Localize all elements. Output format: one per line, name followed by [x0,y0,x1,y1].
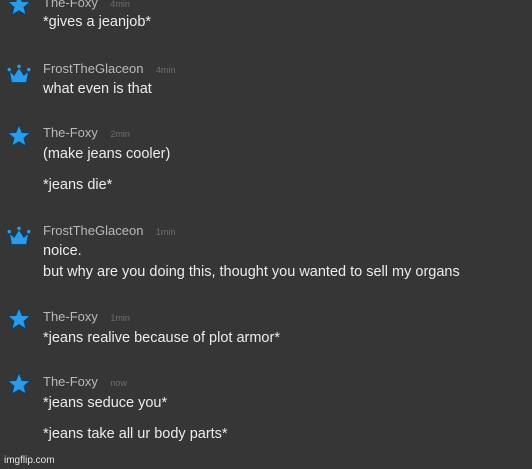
timestamp: now [110,378,127,388]
crown-icon[interactable] [6,223,32,249]
message-text: *jeans realive because of plot armor* [43,330,280,346]
message-text: *jeans die* [43,177,113,193]
timestamp: 1min [155,227,176,237]
crown-icon[interactable] [6,61,32,87]
star-icon[interactable] [6,371,32,397]
message-text: noice. [43,243,82,259]
username[interactable]: The-Foxy [43,374,98,389]
star-icon[interactable] [6,0,32,18]
username[interactable]: FrostTheGlaceon [43,223,143,238]
timestamp: 4min [110,0,130,9]
star-icon[interactable] [6,123,32,149]
message-text: *jeans seduce you* [43,395,168,411]
watermark: imgflip.com [4,455,55,466]
message-text: *jeans take all ur body parts* [43,426,228,442]
message-text: what even is that [43,81,152,97]
username[interactable]: FrostTheGlaceon [43,61,143,76]
message-text: but why are you doing this, thought you … [43,264,460,280]
message-text: *gives a jeanjob* [43,14,152,30]
timestamp: 2min [110,129,130,139]
timestamp: 1min [110,313,130,323]
username[interactable]: The-Foxy [43,309,98,324]
chat-log: The-Foxy 4min *gives a jeanjob* FrostThe… [0,0,532,469]
timestamp: 4min [155,65,176,75]
username[interactable]: The-Foxy [43,0,98,10]
username[interactable]: The-Foxy [43,125,98,140]
message-text: (make jeans cooler) [43,146,171,162]
star-icon[interactable] [6,306,32,332]
